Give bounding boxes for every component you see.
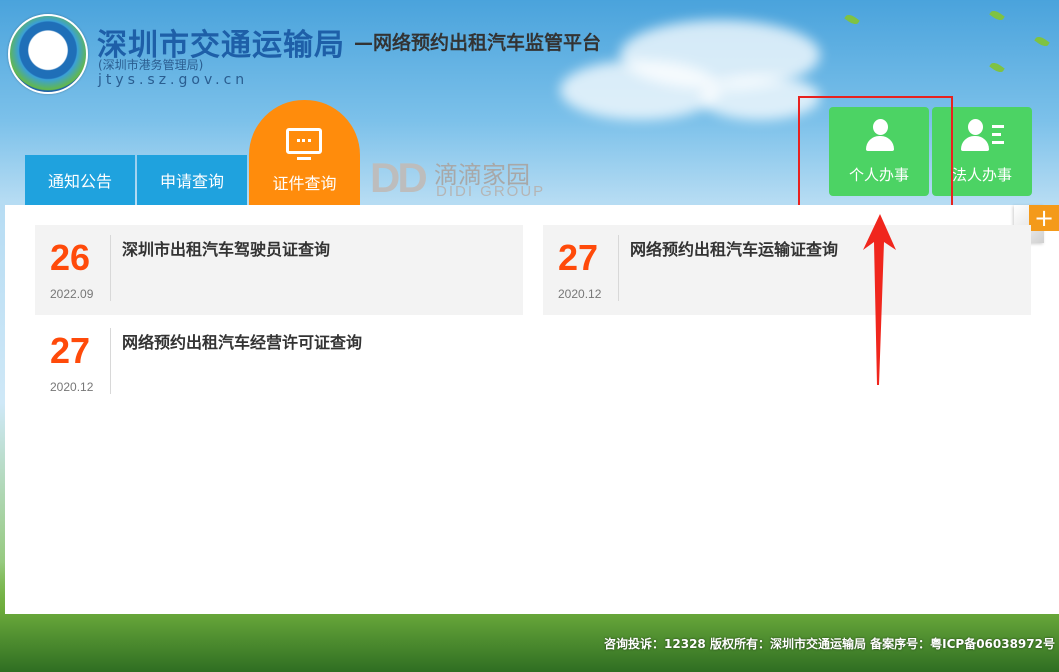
tab-label: 通知公告 [47,172,112,191]
item-title[interactable]: 网络预约出租汽车经营许可证查询 [122,329,362,353]
leaf-icon [989,60,1005,75]
item-title[interactable]: 深圳市出租汽车驾驶员证查询 [122,236,330,260]
highlight-box [798,96,953,210]
red-arrow-annotation [863,214,896,385]
tab-label: 证件查询 [272,174,337,193]
item-date: 2020.12 [558,287,602,301]
divider [618,235,619,301]
divider [110,235,111,301]
tab-application-query[interactable]: 申请查询 [137,155,247,205]
leaf-icon [1034,34,1050,49]
item-day: 27 [558,237,599,278]
item-day: 26 [50,237,91,278]
list-item[interactable]: 26 2022.09 深圳市出租汽车驾驶员证查询 [35,225,523,315]
divider [110,328,111,394]
bureau-logo [8,14,88,94]
leaf-icon [989,8,1005,23]
leaf-icon [844,12,860,27]
didi-en-name: DIDI GROUP [436,183,546,200]
footer-text: 咨询投诉：12328 版权所有：深圳市交通运输局 备案序号：粤ICP备06038… [604,637,1055,651]
item-title[interactable]: 网络预约出租汽车运输证查询 [630,236,838,260]
item-date: 2020.12 [50,380,94,394]
legal-person-icon [960,119,1004,153]
site-domain: jtys.sz.gov.cn [98,72,249,88]
item-day: 27 [50,330,91,371]
plus-icon[interactable]: + [1029,205,1059,231]
tab-label: 申请查询 [159,172,224,191]
tab-notices[interactable]: 通知公告 [25,155,135,205]
tab-certificate-query[interactable]: 证件查询 [249,100,360,205]
item-date: 2022.09 [50,287,94,301]
site-sub-org: (深圳市港务管理局) [98,58,204,72]
monitor-icon [286,128,322,160]
site-subtitle: —网络预约出租汽车监管平台 [354,32,602,54]
list-item[interactable]: 27 2020.12 网络预约出租汽车经营许可证查询 [35,318,523,408]
list-item[interactable]: 27 2020.12 网络预约出租汽车运输证查询 [543,225,1031,315]
didi-initials: DD [370,154,428,201]
